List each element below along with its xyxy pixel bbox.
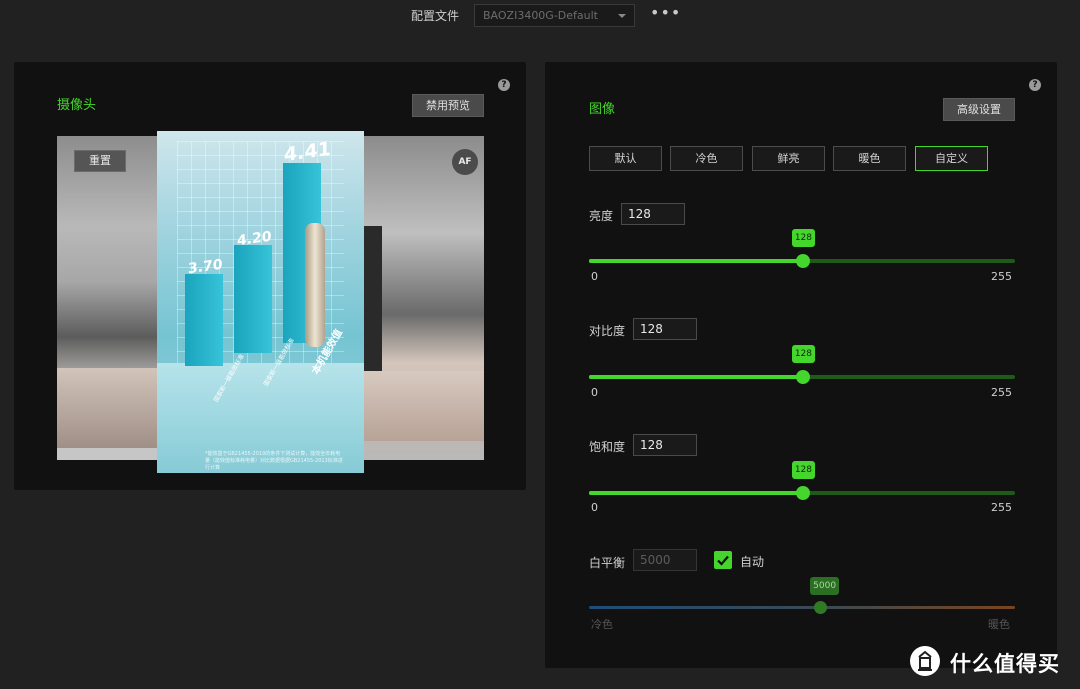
reset-button[interactable]: 重置 [74,150,126,172]
watermark-logo-icon [910,646,940,676]
poster-bar-2 [234,245,272,353]
poster-product-image [305,223,325,347]
camera-preview-left [57,136,157,460]
contrast-label: 对比度 [589,324,626,338]
saturation-slider[interactable]: 128 [589,461,1015,500]
contrast-min-label: 0 [591,386,598,399]
preset-custom-button[interactable]: 自定义 [915,146,988,171]
contrast-slider-bubble: 128 [791,345,816,363]
watermark-text: 什么值得买 [950,652,1060,676]
camera-preview-arm-right [364,371,484,441]
more-options-icon[interactable]: ••• [650,3,681,22]
camera-preview-right [364,136,484,460]
contrast-slider-thumb[interactable] [795,370,810,384]
image-help-icon[interactable]: ? [1029,79,1041,91]
profile-select[interactable]: BAOZI3400G-Default [474,4,635,27]
advanced-settings-button[interactable]: 高级设置 [943,98,1015,121]
brightness-slider-fill [589,259,803,263]
chevron-down-icon [618,14,626,18]
contrast-max-label: 255 [991,386,1012,399]
saturation-input[interactable]: 128 [633,434,697,456]
brightness-max-label: 255 [991,270,1012,283]
saturation-label: 饱和度 [589,440,626,454]
check-icon [717,555,729,566]
camera-panel-title: 摄像头 [57,98,97,113]
preset-default-button[interactable]: 默认 [589,146,662,171]
brightness-slider-thumb[interactable] [795,254,810,268]
disable-preview-button[interactable]: 禁用预览 [412,94,484,117]
image-panel-title: 图像 [589,102,616,117]
saturation-min-label: 0 [591,501,598,514]
preset-vivid-button[interactable]: 鲜亮 [752,146,825,171]
camera-preview-arm [57,368,157,448]
preset-warm-button[interactable]: 暖色 [833,146,906,171]
profile-label: 配置文件 [411,9,460,23]
contrast-slider[interactable]: 128 [589,345,1015,384]
poster-bar-1 [185,274,223,366]
camera-preview-chair [364,226,382,376]
preset-cool-button[interactable]: 冷色 [670,146,743,171]
auto-white-balance-label: 自动 [740,555,765,569]
white-balance-slider-bubble: 5000 [810,577,840,595]
brightness-label: 亮度 [589,209,614,223]
saturation-slider-bubble: 128 [791,461,816,479]
brightness-min-label: 0 [591,270,598,283]
autofocus-button[interactable]: AF [452,149,478,175]
brightness-slider-bubble: 128 [791,229,816,247]
white-balance-label: 白平衡 [589,556,626,570]
auto-white-balance-checkbox[interactable] [714,551,732,569]
poster-fine-print: *能效基于GB21455-2019的条件下测试计算，能效全年耗电量（能效值标准耗… [205,451,343,471]
white-balance-warm-label: 暖色 [988,618,1010,631]
camera-help-icon[interactable]: ? [498,79,510,91]
white-balance-slider[interactable]: 5000 [589,577,1015,614]
contrast-input[interactable]: 128 [633,318,697,340]
camera-preview-poster: 3.70 4.20 4.41 国家新一级能效标准 国家新一级能效标准 本机能效值… [157,131,364,473]
brightness-slider[interactable]: 128 [589,229,1015,268]
saturation-slider-thumb[interactable] [795,486,810,500]
profile-select-value: BAOZI3400G-Default [483,9,598,22]
white-balance-cool-label: 冷色 [591,618,613,631]
white-balance-input[interactable]: 5000 [633,549,697,571]
saturation-max-label: 255 [991,501,1012,514]
brightness-input[interactable]: 128 [621,203,685,225]
saturation-slider-fill [589,491,803,495]
watermark-logo-glyph-icon [918,650,932,671]
contrast-slider-fill [589,375,803,379]
